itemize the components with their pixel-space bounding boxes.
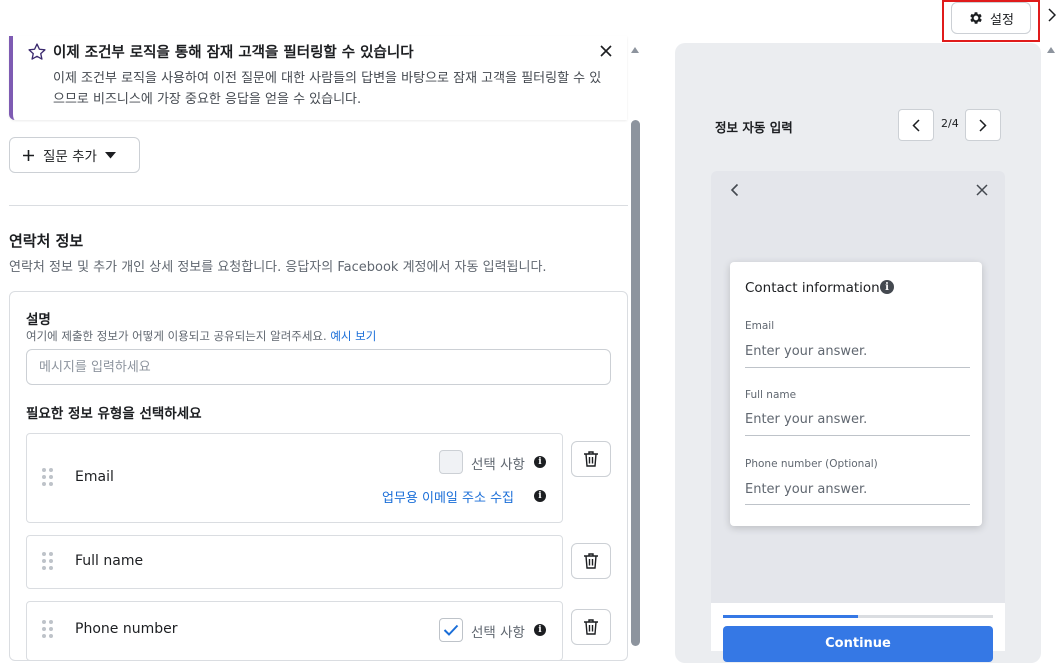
banner-title: 이제 조건부 로직을 통해 잠재 고객을 필터링할 수 있습니다 xyxy=(53,45,414,61)
add-question-label: 질문 추가 xyxy=(43,149,97,165)
close-icon[interactable] xyxy=(976,184,988,196)
preview-title: 정보 자동 입력 xyxy=(715,120,793,135)
example-link[interactable]: 예시 보기 xyxy=(330,329,376,343)
message-input[interactable] xyxy=(26,349,611,385)
page-indicator: 2/4 xyxy=(941,117,959,130)
add-question-button[interactable]: 질문 추가 xyxy=(9,137,140,173)
caret-down-icon xyxy=(104,151,116,159)
drag-handle-icon[interactable] xyxy=(42,620,53,638)
info-type-label: 필요한 정보 유형을 선택하세요 xyxy=(26,406,202,422)
gear-icon xyxy=(968,10,984,26)
section-description: 연락처 정보 및 추가 개인 상세 정보를 요청합니다. 응답자의 Facebo… xyxy=(9,260,547,275)
scroll-up-arrow[interactable] xyxy=(630,46,640,54)
optional-label: 선택 사항 xyxy=(471,625,525,641)
banner-description: 이제 조건부 로직을 사용하여 이전 질문에 대한 사람들의 답변을 바탕으로 … xyxy=(53,71,602,107)
form-field-placeholder[interactable]: Enter your answer. xyxy=(745,482,867,497)
info-icon[interactable]: i xyxy=(534,490,546,502)
form-field-label: Phone number (Optional) xyxy=(745,458,878,470)
description-help: 여기에 제출한 정보가 어떻게 이용되고 공유되는지 알려주세요. 예시 보기 xyxy=(26,328,376,344)
form-field-underline xyxy=(745,435,970,436)
progress-bar xyxy=(723,615,858,618)
form-field-underline xyxy=(745,367,970,368)
chevron-right-icon[interactable] xyxy=(1048,8,1056,22)
form-field-placeholder[interactable]: Enter your answer. xyxy=(745,412,867,427)
drag-handle-icon[interactable] xyxy=(42,468,53,486)
trash-icon xyxy=(583,618,599,636)
info-icon[interactable]: i xyxy=(534,624,546,636)
field-name: Phone number xyxy=(75,621,178,637)
description-label: 설명 xyxy=(26,312,51,328)
close-icon[interactable] xyxy=(599,44,613,58)
form-field-label: Full name xyxy=(745,389,797,401)
chevron-right-icon xyxy=(979,118,987,132)
chevron-left-icon xyxy=(912,118,920,132)
form-field-placeholder[interactable]: Enter your answer. xyxy=(745,344,867,359)
form-field-label: Email xyxy=(745,320,775,332)
delete-button[interactable] xyxy=(571,441,611,477)
settings-button[interactable]: 설정 xyxy=(951,2,1031,34)
section-title: 연락처 정보 xyxy=(9,232,84,250)
scroll-up-arrow[interactable] xyxy=(1046,46,1056,54)
scrollbar-thumb[interactable] xyxy=(631,120,640,646)
back-arrow-icon[interactable] xyxy=(730,183,739,197)
next-page-button[interactable] xyxy=(965,109,1001,141)
trash-icon xyxy=(583,552,599,570)
info-banner: 이제 조건부 로직을 통해 잠재 고객을 필터링할 수 있습니다 이제 조건부 … xyxy=(9,36,627,120)
plus-icon xyxy=(22,149,35,162)
form-field-underline xyxy=(745,504,970,505)
settings-label: 설정 xyxy=(990,12,1014,28)
description-help-text: 여기에 제출한 정보가 어떻게 이용되고 공유되는지 알려주세요. xyxy=(26,329,327,343)
info-icon[interactable]: i xyxy=(880,280,894,294)
optional-label: 선택 사항 xyxy=(471,457,525,473)
optional-checkbox[interactable] xyxy=(439,450,463,474)
info-icon[interactable]: i xyxy=(534,456,546,468)
continue-button[interactable]: Continue xyxy=(723,626,993,662)
field-name: Email xyxy=(75,469,114,485)
form-title: Contact information xyxy=(745,280,880,296)
star-icon xyxy=(27,42,47,62)
field-name: Full name xyxy=(75,553,144,569)
divider xyxy=(9,205,628,206)
optional-checkbox-checked[interactable] xyxy=(439,618,463,642)
delete-button[interactable] xyxy=(571,543,611,579)
delete-button[interactable] xyxy=(571,609,611,645)
prev-page-button[interactable] xyxy=(898,109,934,141)
trash-icon xyxy=(583,450,599,468)
drag-handle-icon[interactable] xyxy=(42,552,53,570)
work-email-link[interactable]: 업무용 이메일 주소 수집 xyxy=(382,487,514,506)
